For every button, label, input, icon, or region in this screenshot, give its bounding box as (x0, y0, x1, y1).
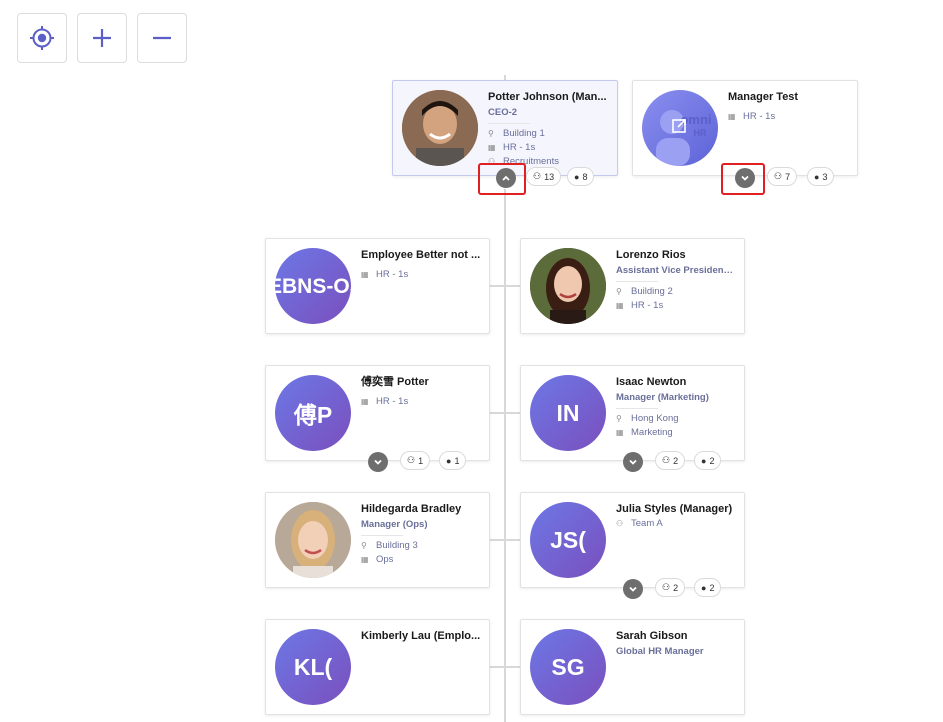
employee-card[interactable]: EBNS-OS Employee Better not ... ▦HR - 1s (265, 238, 490, 334)
highlight-box (721, 163, 765, 195)
chevron-down-icon (629, 586, 637, 592)
avatar: 傅P (275, 375, 351, 451)
employee-name: Lorenzo Rios (616, 249, 686, 261)
locate-icon (30, 26, 54, 50)
avatar: omni HR (642, 90, 718, 166)
avatar (402, 90, 478, 166)
employee-name: Manager Test (728, 91, 799, 103)
direct-count-badge: ● 2 (694, 578, 722, 597)
team-count-badge: ⚇ 1 (400, 451, 431, 470)
team-count-badge: ⚇ 7 (767, 167, 798, 186)
building-icon: ▦ (616, 301, 624, 310)
department-detail: ▦ HR - 1s (361, 269, 409, 280)
group-icon: ⚇ (662, 582, 671, 592)
employee-card[interactable]: SG Sarah Gibson Global HR Manager (520, 619, 745, 715)
direct-count-badge: ● 1 (439, 451, 467, 470)
employee-title: Manager (Ops) (361, 519, 428, 530)
group-icon: ⚇ (774, 171, 783, 181)
group-icon: ⚇ (662, 455, 671, 465)
building-icon: ▦ (361, 555, 369, 564)
people-icon: ⚇ (616, 519, 624, 528)
employee-name: Isaac Newton (616, 376, 687, 388)
direct-count-badge: ● 2 (694, 451, 722, 470)
connector-branch (490, 539, 520, 541)
location-detail: ⚲ Hong Kong (616, 413, 679, 424)
location-pin-icon: ⚲ (361, 541, 367, 550)
department-detail: ▦ Marketing (616, 427, 673, 438)
employee-card[interactable]: KL( Kimberly Lau (Emplo... (265, 619, 490, 715)
building-icon: ▦ (616, 428, 624, 437)
zoom-out-button[interactable] (137, 13, 187, 63)
employee-card[interactable]: IN Isaac Newton Manager (Marketing) ⚲ Hon… (520, 365, 745, 461)
avatar: IN (530, 375, 606, 451)
employee-card[interactable]: JS( Julia Styles (Manager) ⚇ Team A (520, 492, 745, 588)
employee-name: 傅奕雪 Potter (361, 376, 429, 388)
avatar: SG (530, 629, 606, 705)
building-icon: ▦ (488, 143, 496, 152)
expand-button[interactable] (368, 452, 388, 472)
zoom-in-button[interactable] (77, 13, 127, 63)
location-detail: ⚲ Building 1 (488, 128, 545, 139)
avatar: KL( (275, 629, 351, 705)
avatar: EBNS-OS (275, 248, 351, 324)
location-pin-icon: ⚲ (488, 129, 494, 138)
building-icon: ▦ (728, 112, 736, 121)
connector-branch (490, 285, 520, 287)
svg-text:HR: HR (694, 128, 707, 138)
department-detail: ▦ Ops (361, 554, 394, 565)
chevron-down-icon (374, 459, 382, 465)
employee-name: Sarah Gibson (616, 630, 688, 642)
minus-icon (153, 36, 171, 40)
person-icon: ● (701, 455, 707, 466)
person-icon: ● (446, 455, 452, 466)
employee-name: Julia Styles (Manager) (616, 503, 733, 515)
location-pin-icon: ⚲ (616, 414, 622, 423)
group-icon: ⚇ (533, 171, 542, 181)
avatar: JS( (530, 502, 606, 578)
building-icon: ▦ (361, 397, 369, 406)
employee-title: CEO-2 (488, 107, 518, 118)
group-icon: ⚇ (407, 455, 416, 465)
department-detail: ▦ HR - 1s (488, 142, 536, 153)
team-count-badge: ⚇ 2 (655, 578, 686, 597)
team-detail: ⚇ Team A (616, 518, 663, 529)
connector-branch (490, 412, 520, 414)
chevron-down-icon (629, 459, 637, 465)
direct-count-badge: ● 8 (567, 167, 595, 186)
avatar (530, 248, 606, 324)
employee-card[interactable]: 傅P 傅奕雪 Potter ▦ HR - 1s (265, 365, 490, 461)
location-detail: ⚲ Building 2 (616, 286, 673, 297)
connector-trunk (504, 189, 506, 722)
recenter-button[interactable] (17, 13, 67, 63)
highlight-box (478, 163, 526, 195)
employee-card[interactable]: Hildegarda Bradley Manager (Ops) ⚲ Buildi… (265, 492, 490, 588)
employee-title: Manager (Marketing) (616, 392, 709, 403)
person-icon: ● (574, 171, 580, 182)
employee-card[interactable]: Potter Johnson (Man... CEO-2 ⚲ Building 1… (392, 80, 618, 176)
team-count-badge: ⚇ 13 (526, 167, 562, 186)
department-detail: ▦ HR - 1s (616, 300, 664, 311)
employee-name: Potter Johnson (Man... (488, 91, 607, 103)
department-detail: ▦ HR - 1s (361, 396, 409, 407)
employee-card[interactable]: omni HR Manager Test ▦ HR - 1s (632, 80, 858, 176)
direct-count-badge: ● 3 (807, 167, 835, 186)
location-pin-icon: ⚲ (616, 287, 622, 296)
building-icon: ▦ (361, 270, 369, 279)
location-detail: ⚲ Building 3 (361, 540, 418, 551)
employee-name: Hildegarda Bradley (361, 503, 462, 515)
employee-title: Global HR Manager (616, 646, 704, 657)
employee-name: Employee Better not ... (361, 249, 481, 261)
employee-title: Assistant Vice President ... (616, 265, 736, 276)
plus-icon (93, 29, 111, 47)
department-detail: ▦ HR - 1s (728, 111, 776, 122)
avatar (275, 502, 351, 578)
connector-branch (490, 666, 520, 668)
person-icon: ● (814, 171, 820, 182)
employee-name: Kimberly Lau (Emplo... (361, 630, 481, 642)
employee-card[interactable]: Lorenzo Rios Assistant Vice President ..… (520, 238, 745, 334)
person-icon: ● (701, 582, 707, 593)
expand-button[interactable] (623, 579, 643, 599)
expand-button[interactable] (623, 452, 643, 472)
team-count-badge: ⚇ 2 (655, 451, 686, 470)
